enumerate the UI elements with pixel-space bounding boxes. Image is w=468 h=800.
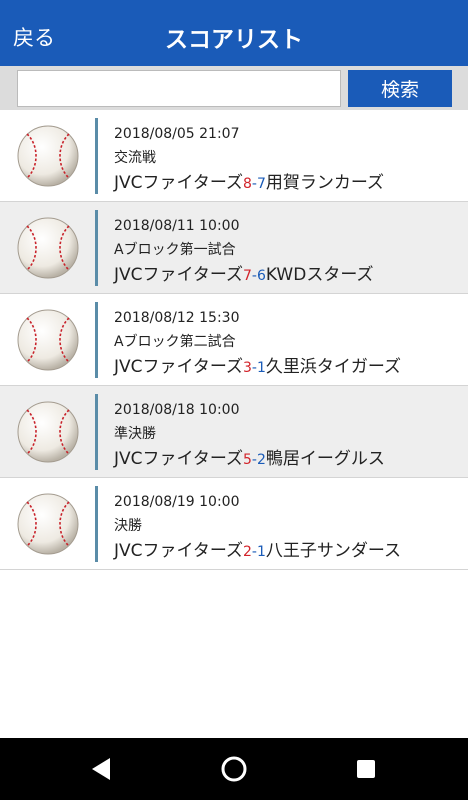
accent-bar — [95, 394, 98, 470]
away-team: 鴨居イーグルス — [265, 449, 385, 469]
page-title: スコアリスト — [165, 27, 303, 53]
home-circle-icon[interactable] — [220, 755, 248, 783]
game-round: Aブロック第二試合 — [114, 334, 236, 350]
away-score: 7 — [256, 176, 266, 192]
home-team: JVCファイターズ — [114, 173, 243, 193]
game-datetime: 2018/08/19 10:00 — [114, 494, 240, 510]
home-team: JVCファイターズ — [114, 357, 243, 377]
game-round: 準決勝 — [114, 426, 156, 442]
list-item[interactable]: 2018/08/11 10:00 Aブロック第一試合 JVCファイターズ7-6K… — [0, 202, 468, 294]
accent-bar — [95, 302, 98, 378]
game-score: JVCファイターズ3-1久里浜タイガーズ — [114, 352, 401, 377]
baseball-icon — [17, 401, 79, 463]
home-team: JVCファイターズ — [114, 541, 243, 561]
list-item[interactable]: 2018/08/05 21:07 交流戦 JVCファイターズ8-7用賀ランカーズ — [0, 110, 468, 202]
home-score: 8 — [242, 176, 252, 192]
search-input[interactable] — [17, 70, 341, 107]
game-round: 決勝 — [114, 518, 142, 534]
baseball-icon — [17, 217, 79, 279]
system-nav-bar — [0, 738, 468, 800]
list-item[interactable]: 2018/08/18 10:00 準決勝 JVCファイターズ5-2鴨居イーグルス — [0, 386, 468, 478]
back-triangle-icon[interactable] — [88, 755, 116, 783]
search-button[interactable]: 検索 — [348, 70, 452, 107]
home-score: 2 — [242, 544, 252, 560]
recents-square-icon[interactable] — [352, 755, 380, 783]
list-item[interactable]: 2018/08/12 15:30 Aブロック第二試合 JVCファイターズ3-1久… — [0, 294, 468, 386]
home-score: 7 — [242, 268, 252, 284]
baseball-icon — [17, 125, 79, 187]
game-datetime: 2018/08/12 15:30 — [114, 310, 240, 326]
game-score: JVCファイターズ8-7用賀ランカーズ — [114, 168, 384, 193]
search-bar: 検索 — [0, 66, 468, 110]
accent-bar — [95, 118, 98, 194]
game-score: JVCファイターズ2-1八王子サンダース — [114, 536, 401, 561]
home-team: JVCファイターズ — [114, 449, 243, 469]
baseball-icon — [17, 493, 79, 555]
game-datetime: 2018/08/11 10:00 — [114, 218, 240, 234]
away-team: 久里浜タイガーズ — [265, 357, 402, 377]
home-score: 3 — [242, 360, 252, 376]
away-score: 1 — [256, 360, 266, 376]
accent-bar — [95, 486, 98, 562]
game-round: 交流戦 — [114, 150, 156, 166]
away-team: 八王子サンダース — [265, 541, 402, 561]
away-score: 1 — [256, 544, 266, 560]
home-score: 5 — [242, 452, 252, 468]
game-round: Aブロック第一試合 — [114, 242, 236, 258]
home-team: JVCファイターズ — [114, 265, 243, 285]
game-score: JVCファイターズ7-6KWDスターズ — [114, 260, 373, 285]
away-team: 用賀ランカーズ — [265, 173, 385, 193]
game-datetime: 2018/08/05 21:07 — [114, 126, 240, 142]
away-score: 2 — [256, 452, 266, 468]
game-datetime: 2018/08/18 10:00 — [114, 402, 240, 418]
away-score: 6 — [256, 268, 266, 284]
list-item[interactable]: 2018/08/19 10:00 決勝 JVCファイターズ2-1八王子サンダース — [0, 478, 468, 570]
game-score: JVCファイターズ5-2鴨居イーグルス — [114, 444, 385, 469]
accent-bar — [95, 210, 98, 286]
baseball-icon — [17, 309, 79, 371]
app-header: 戻る スコアリスト — [0, 0, 468, 66]
score-list: 2018/08/05 21:07 交流戦 JVCファイターズ8-7用賀ランカーズ… — [0, 110, 468, 570]
away-team: KWDスターズ — [265, 265, 374, 285]
